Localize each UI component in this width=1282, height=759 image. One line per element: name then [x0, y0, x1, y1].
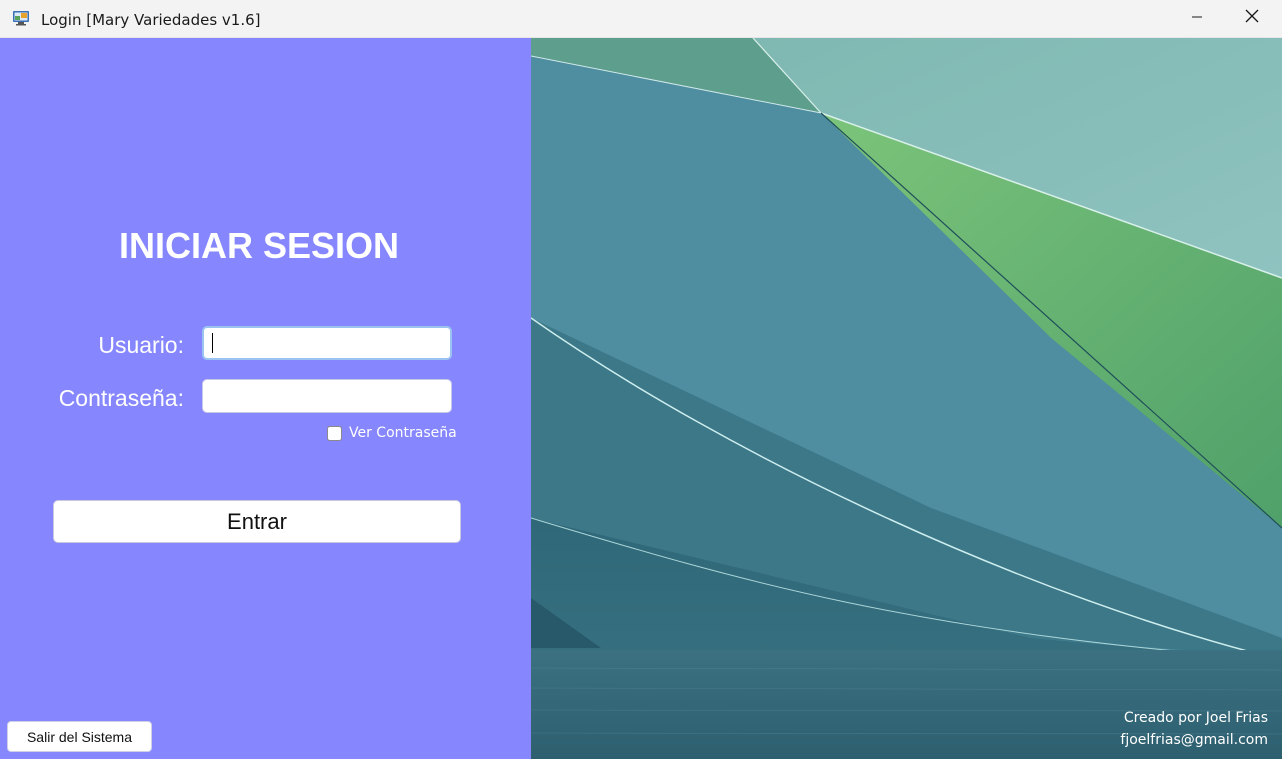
password-label: Contraseña: — [58, 385, 184, 411]
close-button[interactable] — [1229, 0, 1275, 37]
credits: Creado por Joel Frias fjoelfrias@gmail.c… — [1120, 707, 1268, 751]
author-text: Creado por Joel Frias — [1123, 710, 1268, 726]
title-bar[interactable]: Login [Mary Variedades v1.6] — [0, 0, 1282, 38]
close-icon — [1245, 9, 1259, 28]
minimize-button[interactable] — [1174, 0, 1220, 37]
show-password-label: Ver Contraseña — [349, 425, 457, 441]
author-email: fjoelfrias@gmail.com — [1120, 732, 1268, 748]
page-title: INICIAR SESION — [118, 225, 400, 266]
exit-button[interactable]: Salir del Sistema — [7, 721, 152, 752]
text-caret — [212, 333, 213, 353]
show-password-toggle[interactable]: Ver Contraseña — [327, 424, 457, 442]
computer-icon — [12, 10, 30, 26]
minimize-icon — [1191, 10, 1203, 28]
window-title: Login [Mary Variedades v1.6] — [41, 11, 261, 29]
wallpaper-image: Creado por Joel Frias fjoelfrias@gmail.c… — [531, 38, 1282, 759]
username-label: Usuario: — [98, 332, 184, 358]
password-input[interactable] — [202, 379, 452, 413]
login-panel: INICIAR SESION Usuario: Contraseña: Ver … — [0, 38, 531, 759]
username-input[interactable] — [202, 326, 452, 360]
login-button[interactable]: Entrar — [53, 500, 461, 543]
abstract-wallpaper — [531, 38, 1282, 759]
show-password-checkbox[interactable] — [327, 425, 342, 441]
